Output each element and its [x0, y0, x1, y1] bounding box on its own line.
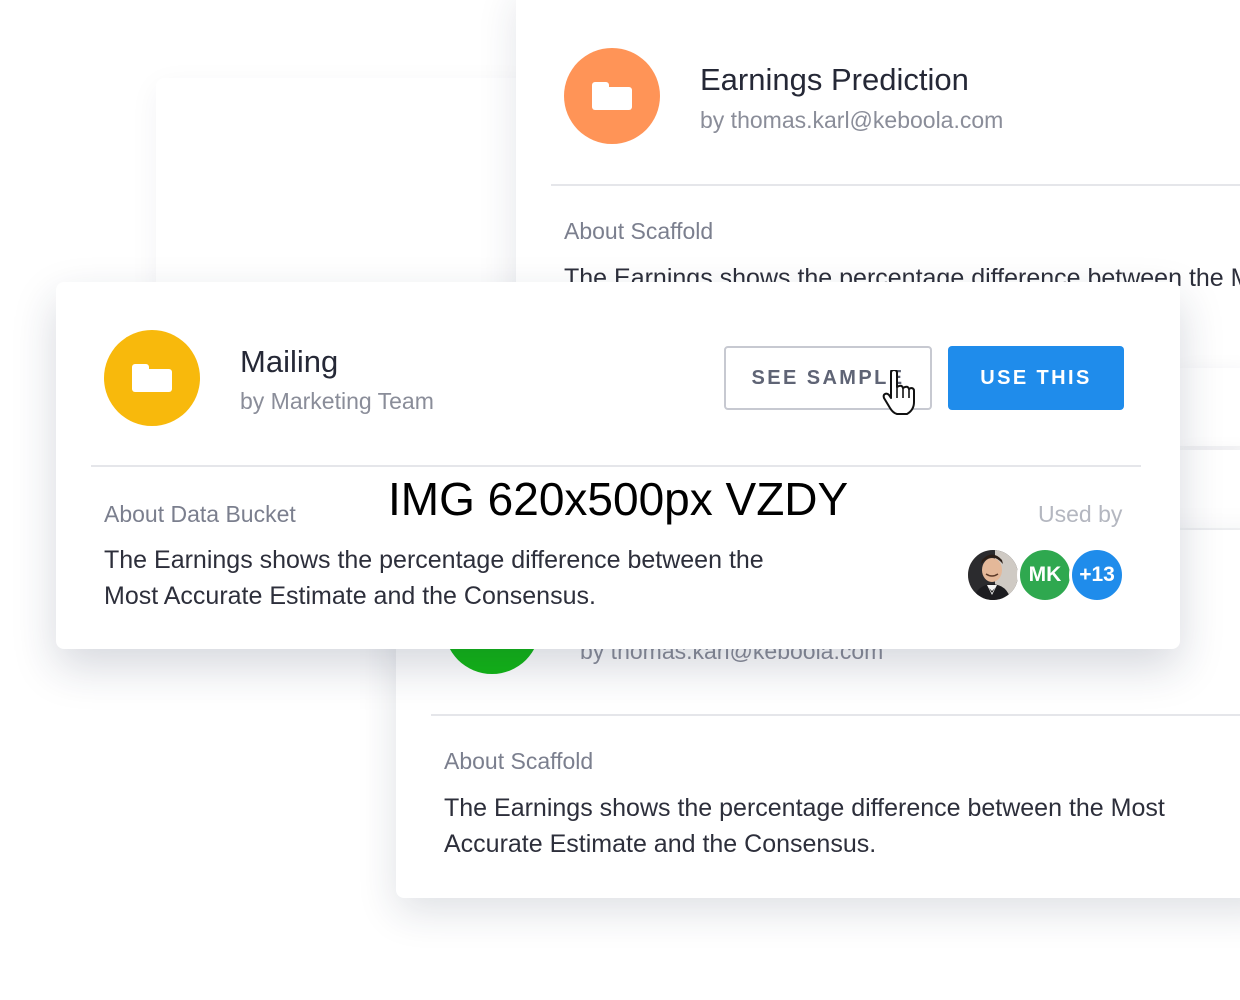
- card-title: Mailing: [240, 344, 339, 379]
- section-label: About Scaffold: [564, 218, 714, 244]
- section-label: About Scaffold: [444, 748, 594, 774]
- ghost-card: [156, 78, 536, 298]
- person-photo-icon: [968, 550, 1018, 600]
- folder-icon: [592, 82, 632, 110]
- card-description: The Earnings shows the percentage differ…: [444, 790, 1165, 862]
- folder-icon: [132, 364, 172, 392]
- card-divider: [551, 184, 1240, 186]
- hand-pointer-icon: [882, 370, 915, 415]
- image-size-watermark: IMG 620x500px VZDY: [388, 473, 849, 525]
- user-avatar-photo[interactable]: [965, 547, 1021, 603]
- data-bucket-card-mailing[interactable]: Mailing by Marketing Team SEE SAMPLE USE…: [56, 282, 1180, 649]
- card-description: The Earnings shows the percentage differ…: [104, 542, 764, 614]
- card-edge: [1180, 368, 1240, 446]
- card-divider: [91, 465, 1141, 467]
- description-line: Accurate Estimate and the Consensus.: [444, 830, 877, 858]
- card-icon-circle: [564, 48, 660, 144]
- more-users-count[interactable]: +13: [1069, 547, 1125, 603]
- card-title: Earnings Prediction: [700, 62, 969, 97]
- card-icon-circle: [104, 330, 200, 426]
- card-byline: by Marketing Team: [240, 388, 434, 414]
- card-divider: [431, 714, 1240, 716]
- card-byline: by thomas.karl@keboola.com: [700, 107, 1004, 133]
- description-line: The Earnings shows the percentage differ…: [444, 794, 1165, 822]
- user-avatar-initials[interactable]: MK: [1017, 547, 1073, 603]
- section-label: About Data Bucket: [104, 501, 296, 527]
- card-edge: [1180, 450, 1240, 528]
- use-this-button[interactable]: USE THIS: [948, 346, 1124, 410]
- description-line: Most Accurate Estimate and the Consensus…: [104, 582, 596, 610]
- used-by-label: Used by: [1038, 501, 1123, 527]
- description-line: The Earnings shows the percentage differ…: [104, 546, 764, 574]
